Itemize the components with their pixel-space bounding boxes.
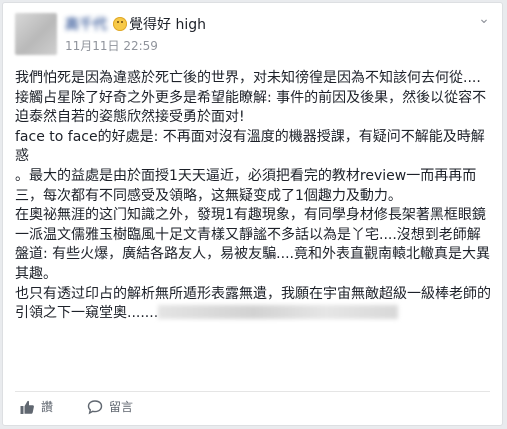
post-card: 高千代 覺得好 high 11月11日 22:59 我們怕死是因為違惑於死亡後的世… <box>2 2 503 426</box>
comment-button[interactable]: 留言 <box>87 398 133 415</box>
post-options-chevron-icon[interactable] <box>478 15 490 23</box>
post-paragraph: 我們怕死是因為違惑於死亡後的世界，对未知徬徨是因為不知該何去何從.... <box>15 70 481 86</box>
action-divider <box>15 391 490 392</box>
post-paragraph: 接觸占星除了好奇之外更多是希望能瞭解: 事件的前因及後果，然後以從容不迫泰然自若… <box>15 89 487 126</box>
author-name[interactable]: 高千代 <box>65 16 111 34</box>
post-body: 我們怕死是因為違惑於死亡後的世界，对未知徬徨是因為不知該何去何從.... 接觸占… <box>15 69 493 324</box>
post-timestamp[interactable]: 11月11日 22:59 <box>65 37 158 54</box>
comment-bubble-icon <box>87 399 103 415</box>
feeling-text: 覺得好 high <box>129 17 206 33</box>
post-header: 高千代 覺得好 high 11月11日 22:59 <box>15 13 490 59</box>
thumbs-up-icon <box>19 399 35 415</box>
post-title-line: 高千代 覺得好 high <box>65 16 206 34</box>
post-paragraph-last: 也只有透过印占的解析無所遁形表露無遺，我願在宇宙無敵超級一級棒老師的引領之下一窺… <box>15 285 493 324</box>
post-paragraph: 。最大的益處是由於面授1天天逼近，必須把看完的教材review一而再再而三，每次… <box>15 167 477 204</box>
happy-emoji-icon <box>113 17 127 31</box>
like-label: 讚 <box>41 400 54 414</box>
like-button[interactable]: 讚 <box>19 398 53 415</box>
redacted-blur <box>158 305 399 320</box>
avatar[interactable] <box>15 13 57 55</box>
post-paragraph: face to face的好處是: 不再面对沒有溫度的機器授課，有疑问不解能及時… <box>15 128 485 165</box>
comment-label: 留言 <box>109 400 134 414</box>
post-paragraph: 在奧祕無涯的这门知識之外，發現1有趣現象，有同學身材修長架著黑框眼鏡一派温文儒雅… <box>15 207 490 282</box>
